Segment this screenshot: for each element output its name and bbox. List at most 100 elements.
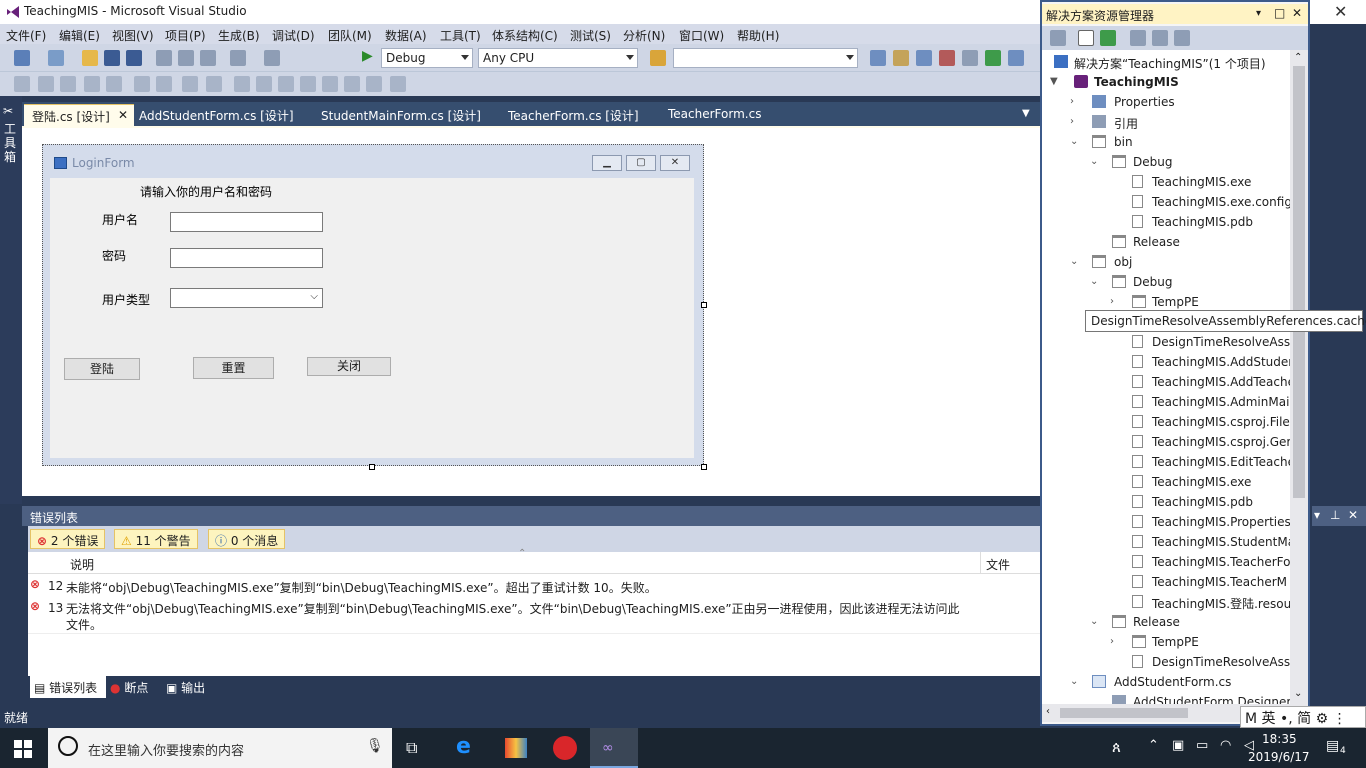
make-same-height-icon[interactable] <box>156 76 172 92</box>
toolbar-icon-c[interactable] <box>916 50 932 66</box>
scroll-down-icon[interactable]: ⌄ <box>1294 688 1302 699</box>
view-designer-icon[interactable] <box>1152 30 1168 46</box>
menu-file[interactable]: 文件(F) <box>6 27 46 44</box>
copy-icon[interactable] <box>178 50 194 66</box>
expanded-icon[interactable]: ⌄ <box>1090 616 1100 627</box>
tab-teacher-code[interactable]: TeacherForm.cs <box>660 104 769 126</box>
scroll-left-icon[interactable]: ‹ <box>1046 706 1050 717</box>
microphone-icon[interactable]: 🎙 <box>366 738 384 754</box>
tree-item-file[interactable]: TeachingMIS.pdb <box>1132 212 1290 232</box>
tree-item-file[interactable]: TeachingMIS.EditTeache <box>1132 452 1290 472</box>
find-in-files-icon[interactable] <box>650 50 666 66</box>
usertype-select[interactable]: ⌵ <box>170 288 323 308</box>
align-right-icon[interactable] <box>60 76 76 92</box>
tree-item-solution[interactable]: 解决方案“TeachingMIS”(1 个项目) <box>1054 52 1290 72</box>
show-all-files-icon[interactable] <box>1078 30 1094 46</box>
format-icon-8[interactable] <box>390 76 406 92</box>
tree-item-references[interactable]: › 引用 <box>1070 112 1290 132</box>
find-combo[interactable] <box>673 48 858 68</box>
task-view-icon[interactable]: ⧉ <box>406 738 417 758</box>
people-icon[interactable]: ጰ <box>1112 738 1121 756</box>
reset-button[interactable]: 重置 <box>193 357 274 379</box>
menu-build[interactable]: 生成(B) <box>218 27 260 44</box>
tree-item-file[interactable]: DesignTimeResolveAsse <box>1132 332 1290 352</box>
dropdown-icon[interactable]: ▾ <box>1314 508 1320 522</box>
expanded-icon[interactable]: ▼ <box>1050 76 1060 87</box>
tab-addstudent-design[interactable]: AddStudentForm.cs [设计] <box>131 104 302 126</box>
tab-output[interactable]: ▣ 输出 <box>166 679 205 696</box>
align-center-icon[interactable] <box>38 76 54 92</box>
tree-item-bin-debug[interactable]: ⌄ Debug <box>1090 152 1290 172</box>
toolbar-icon-b[interactable] <box>893 50 909 66</box>
menu-analyze[interactable]: 分析(N) <box>623 27 665 44</box>
properties-icon[interactable] <box>1050 30 1066 46</box>
format-icon-6[interactable] <box>344 76 360 92</box>
tab-studentmain-design[interactable]: StudentMainForm.cs [设计] <box>313 104 489 126</box>
resize-handle-bottom[interactable] <box>369 464 375 470</box>
format-icon-3[interactable] <box>278 76 294 92</box>
col-file[interactable]: 文件 <box>986 556 1010 573</box>
col-description[interactable]: 说明 <box>70 556 94 573</box>
tree-item-temppe[interactable]: › TempPE <box>1110 632 1290 652</box>
collapsed-icon[interactable]: › <box>1110 296 1120 307</box>
menu-window[interactable]: 窗口(W) <box>679 27 724 44</box>
collapsed-icon[interactable]: › <box>1070 96 1080 107</box>
menu-tools[interactable]: 工具(T) <box>440 27 481 44</box>
collapsed-icon[interactable]: › <box>1070 116 1080 127</box>
edge-icon[interactable]: e <box>456 734 471 759</box>
warnings-filter-tab[interactable]: ⚠ 11 个警告 <box>114 529 198 549</box>
spacing-icon[interactable] <box>206 76 222 92</box>
tree-item-file[interactable]: DesignTimeResolveAsse <box>1132 652 1290 672</box>
table-row[interactable]: ⊗ 13 无法将文件“obj\Debug\TeachingMIS.exe”复制到… <box>28 598 1045 634</box>
format-icon-2[interactable] <box>256 76 272 92</box>
wifi-icon[interactable]: ◠ <box>1220 738 1231 753</box>
align-top-icon[interactable] <box>84 76 100 92</box>
minimize-icon[interactable]: ▁ <box>592 155 622 171</box>
menu-help[interactable]: 帮助(H) <box>737 27 779 44</box>
tree-item-file[interactable]: TeachingMIS.登陆.resou <box>1132 592 1290 612</box>
class-diagram-icon[interactable] <box>1174 30 1190 46</box>
format-icon-5[interactable] <box>322 76 338 92</box>
pin-icon[interactable]: ⊥ <box>1330 508 1340 522</box>
new-project-icon[interactable] <box>14 50 30 66</box>
toolbar-icon-g[interactable] <box>1008 50 1024 66</box>
maximize-icon[interactable]: ▢ <box>626 155 656 171</box>
open-icon[interactable] <box>82 50 98 66</box>
menu-test[interactable]: 测试(S) <box>570 27 611 44</box>
tab-error-list[interactable]: ▤ 错误列表 <box>30 676 106 698</box>
platform-combo[interactable]: Any CPU <box>478 48 638 68</box>
tree-item-bin-release[interactable]: Release <box>1112 232 1290 252</box>
tree-item-project[interactable]: ▼ TeachingMIS <box>1050 72 1290 92</box>
scrollbar-thumb[interactable] <box>1293 66 1305 498</box>
format-icon-1[interactable] <box>234 76 250 92</box>
menu-project[interactable]: 项目(P) <box>165 27 206 44</box>
close-button[interactable]: 关闭 <box>307 357 391 376</box>
refresh-icon[interactable] <box>1100 30 1116 46</box>
login-button[interactable]: 登陆 <box>64 358 140 380</box>
redo-icon[interactable] <box>264 50 280 66</box>
errors-filter-tab[interactable]: ⊗ 2 个错误 <box>30 529 106 549</box>
app-icon[interactable] <box>505 738 527 758</box>
tab-overflow-icon[interactable]: ▼ <box>1022 108 1030 119</box>
expanded-icon[interactable]: ⌄ <box>1070 136 1080 147</box>
form-close-icon[interactable]: ✕ <box>660 155 690 171</box>
config-combo[interactable]: Debug <box>381 48 473 68</box>
scrollbar-thumb[interactable] <box>1060 708 1188 718</box>
netease-music-icon[interactable] <box>553 736 577 760</box>
menu-data[interactable]: 数据(A) <box>385 27 427 44</box>
tree-item-file[interactable]: TeachingMIS.csproj.File <box>1132 412 1290 432</box>
make-same-width-icon[interactable] <box>134 76 150 92</box>
tree-item-file[interactable]: TeachingMIS.csproj.Ger <box>1132 432 1290 452</box>
tree-item-file[interactable]: TeachingMIS.exe <box>1132 472 1290 492</box>
close-window-icon[interactable]: ✕ <box>1334 2 1347 21</box>
toolbox-strip[interactable]: ✂ 工具箱 <box>0 96 22 504</box>
scroll-up-icon[interactable]: ⌃ <box>1294 52 1302 63</box>
tree-item-file[interactable]: TeachingMIS.AddStuden <box>1132 352 1290 372</box>
menu-debug[interactable]: 调试(D) <box>272 27 315 44</box>
paste-icon[interactable] <box>200 50 216 66</box>
table-row[interactable]: ⊗ 12 未能将“obj\Debug\TeachingMIS.exe”复制到“b… <box>28 576 1045 596</box>
taskbar-search-box[interactable]: 在这里输入你要搜索的内容 🎙 <box>48 728 392 768</box>
tree-item-file[interactable]: TeachingMIS.pdb <box>1132 492 1290 512</box>
start-debug-icon[interactable]: ▶ <box>362 48 373 64</box>
align-middle-icon[interactable] <box>106 76 122 92</box>
